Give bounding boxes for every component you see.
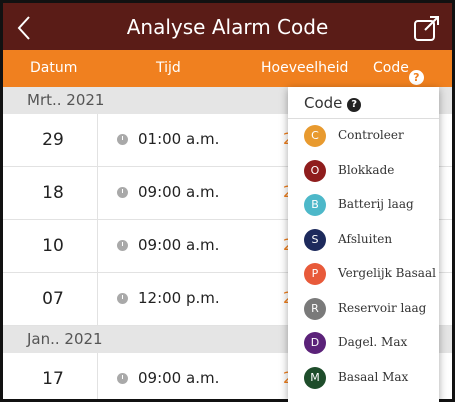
legend-item: R Reservoir laag — [288, 292, 439, 327]
day-value: 29 — [42, 130, 64, 150]
day-value: 18 — [42, 183, 64, 203]
code-label: Controleer — [338, 128, 404, 142]
code-badge: M — [304, 366, 326, 389]
code-badge: O — [304, 159, 326, 182]
time-value: 01:00 a.m. — [138, 130, 220, 148]
time-value: 09:00 a.m. — [138, 183, 220, 201]
code-label: Batterij laag — [338, 197, 414, 211]
code-label: Afsluiten — [338, 231, 393, 246]
code-badge: S — [304, 228, 326, 251]
code-label: Basaal Max — [338, 369, 409, 384]
code-label: Blokkade — [338, 162, 395, 177]
app-header: Analyse Alarm Code — [0, 0, 455, 50]
page-title: Analyse Alarm Code — [126, 15, 329, 39]
popup-title: Code ? — [288, 87, 439, 119]
divider — [97, 114, 98, 166]
popup-title-label: Code — [304, 94, 343, 112]
clock-icon — [117, 293, 128, 304]
divider — [97, 220, 98, 272]
question-icon: ? — [347, 98, 362, 112]
column-code[interactable]: Code ? — [373, 60, 424, 85]
clock-icon — [117, 373, 128, 384]
divider — [97, 273, 98, 325]
divider — [97, 353, 98, 399]
column-amount[interactable]: Hoeveelheid — [261, 60, 348, 76]
code-label: Vergelijk Basaal — [338, 266, 436, 280]
day-value: 10 — [42, 236, 64, 256]
code-badge: B — [304, 194, 326, 216]
clock-icon — [117, 134, 128, 145]
column-date[interactable]: Datum — [30, 60, 77, 76]
legend-item: S Afsluiten — [288, 223, 439, 258]
question-icon[interactable]: ? — [408, 70, 424, 85]
legend-item: P Vergelijk Basaal — [288, 257, 439, 292]
clock-icon — [117, 187, 128, 198]
day-value: 17 — [42, 369, 64, 389]
code-label: Reservoir laag — [338, 300, 427, 315]
code-badge: C — [304, 125, 326, 147]
code-badge: R — [304, 297, 326, 320]
column-time[interactable]: Tijd — [156, 60, 181, 76]
legend-item: C Controleer — [288, 119, 439, 154]
code-label: Dagel. Max — [338, 335, 408, 349]
divider — [97, 167, 98, 219]
legend-item: O Blokkade — [288, 154, 439, 189]
column-header-bar: Datum Tijd Hoeveelheid Code ? — [0, 50, 455, 87]
time-value: 09:00 a.m. — [138, 369, 220, 387]
legend-item: M Basaal Max — [288, 361, 439, 396]
code-badge: P — [304, 263, 326, 285]
code-badge: D — [304, 332, 326, 354]
column-code-label: Code — [373, 60, 409, 76]
code-legend-popup: Code ? C Controleer O Blokkade B Batteri… — [288, 87, 439, 402]
time-value: 12:00 p.m. — [138, 289, 220, 307]
export-icon[interactable] — [412, 13, 442, 43]
day-value: 07 — [42, 289, 64, 309]
legend-item: D Dagel. Max — [288, 326, 439, 361]
legend-item: B Batterij laag — [288, 188, 439, 223]
clock-icon — [117, 240, 128, 251]
time-value: 09:00 a.m. — [138, 236, 220, 254]
